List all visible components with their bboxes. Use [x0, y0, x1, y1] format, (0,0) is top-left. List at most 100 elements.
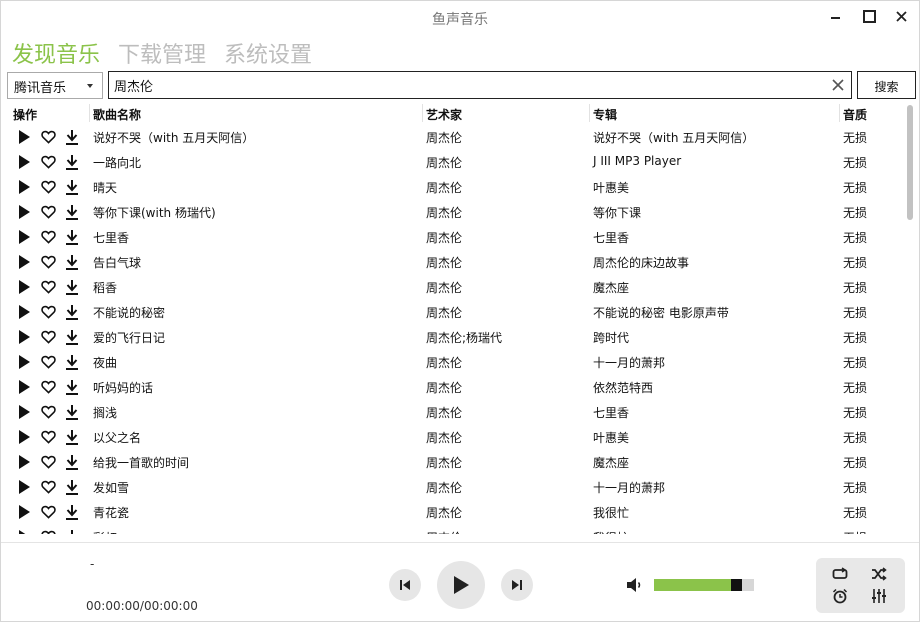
- download-button[interactable]: [63, 328, 81, 346]
- maximize-button[interactable]: [860, 7, 878, 25]
- favorite-button[interactable]: [39, 153, 57, 171]
- download-button[interactable]: [63, 503, 81, 521]
- favorite-button[interactable]: [39, 328, 57, 346]
- favorite-button[interactable]: [39, 378, 57, 396]
- table-row[interactable]: 说好不哭（with 五月天阿信） 周杰伦 说好不哭（with 五月天阿信） 无损: [7, 124, 905, 149]
- favorite-button[interactable]: [39, 278, 57, 296]
- download-button[interactable]: [63, 353, 81, 371]
- play-song-button[interactable]: [15, 153, 33, 171]
- music-source-select[interactable]: 腾讯音乐: [7, 72, 103, 99]
- play-song-button[interactable]: [15, 128, 33, 146]
- close-button[interactable]: [892, 7, 910, 25]
- table-row[interactable]: 彩虹 周杰伦 我很忙 无损: [7, 524, 905, 534]
- favorite-button[interactable]: [39, 403, 57, 421]
- favorite-button[interactable]: [39, 503, 57, 521]
- table-row[interactable]: 夜曲 周杰伦 十一月的萧邦 无损: [7, 349, 905, 374]
- download-button[interactable]: [63, 178, 81, 196]
- volume-handle[interactable]: [731, 579, 742, 591]
- favorite-button[interactable]: [39, 453, 57, 471]
- tab-discover[interactable]: 发现音乐: [12, 37, 100, 69]
- table-row[interactable]: 告白气球 周杰伦 周杰伦的床边故事 无损: [7, 249, 905, 274]
- favorite-button[interactable]: [39, 178, 57, 196]
- column-header-artist[interactable]: 艺术家: [426, 106, 462, 123]
- favorite-button[interactable]: [39, 228, 57, 246]
- download-button[interactable]: [63, 153, 81, 171]
- clear-search-button[interactable]: [829, 76, 847, 94]
- play-song-button[interactable]: [15, 328, 33, 346]
- download-button[interactable]: [63, 253, 81, 271]
- favorite-button[interactable]: [39, 253, 57, 271]
- play-icon: [19, 405, 30, 419]
- table-row[interactable]: 发如雪 周杰伦 十一月的萧邦 无损: [7, 474, 905, 499]
- play-song-button[interactable]: [15, 503, 33, 521]
- play-song-button[interactable]: [15, 278, 33, 296]
- table-row[interactable]: 稻香 周杰伦 魔杰座 无损: [7, 274, 905, 299]
- table-row[interactable]: 爱的飞行日记 周杰伦;杨瑞代 跨时代 无损: [7, 324, 905, 349]
- play-song-button[interactable]: [15, 378, 33, 396]
- play-song-button[interactable]: [15, 353, 33, 371]
- scrollbar-thumb[interactable]: [907, 105, 913, 220]
- shuffle-button[interactable]: [869, 564, 889, 584]
- download-button[interactable]: [63, 128, 81, 146]
- column-header-quality[interactable]: 音质: [843, 106, 867, 123]
- download-button[interactable]: [63, 478, 81, 496]
- play-song-button[interactable]: [15, 228, 33, 246]
- play-song-button[interactable]: [15, 203, 33, 221]
- download-button[interactable]: [63, 428, 81, 446]
- table-row[interactable]: 搁浅 周杰伦 七里香 无损: [7, 399, 905, 424]
- download-button[interactable]: [63, 228, 81, 246]
- tab-downloads[interactable]: 下载管理: [118, 37, 206, 69]
- table-row[interactable]: 以父之名 周杰伦 叶惠美 无损: [7, 424, 905, 449]
- play-song-button[interactable]: [15, 403, 33, 421]
- favorite-button[interactable]: [39, 528, 57, 534]
- row-actions: [7, 453, 85, 471]
- download-button[interactable]: [63, 203, 81, 221]
- table-row[interactable]: 等你下课(with 杨瑞代) 周杰伦 等你下课 无损: [7, 199, 905, 224]
- search-input[interactable]: [114, 76, 814, 94]
- table-row[interactable]: 青花瓷 周杰伦 我很忙 无损: [7, 499, 905, 524]
- column-header-name[interactable]: 歌曲名称: [93, 106, 141, 123]
- play-song-button[interactable]: [15, 428, 33, 446]
- column-divider[interactable]: [422, 104, 423, 122]
- tab-settings[interactable]: 系统设置: [224, 37, 312, 69]
- download-button[interactable]: [63, 528, 81, 534]
- sleep-timer-button[interactable]: [830, 586, 850, 606]
- favorite-button[interactable]: [39, 203, 57, 221]
- column-divider[interactable]: [589, 104, 590, 122]
- column-divider[interactable]: [839, 104, 840, 122]
- play-song-button[interactable]: [15, 303, 33, 321]
- favorite-button[interactable]: [39, 128, 57, 146]
- download-button[interactable]: [63, 278, 81, 296]
- play-song-button[interactable]: [15, 478, 33, 496]
- next-button[interactable]: [501, 569, 533, 601]
- download-button[interactable]: [63, 403, 81, 421]
- play-song-button[interactable]: [15, 528, 33, 534]
- play-song-button[interactable]: [15, 178, 33, 196]
- column-divider[interactable]: [89, 104, 90, 122]
- equalizer-button[interactable]: [869, 586, 889, 606]
- table-row[interactable]: 晴天 周杰伦 叶惠美 无损: [7, 174, 905, 199]
- play-pause-button[interactable]: [437, 561, 485, 609]
- favorite-button[interactable]: [39, 428, 57, 446]
- favorite-button[interactable]: [39, 353, 57, 371]
- table-row[interactable]: 听妈妈的话 周杰伦 依然范特西 无损: [7, 374, 905, 399]
- previous-button[interactable]: [389, 569, 421, 601]
- download-button[interactable]: [63, 453, 81, 471]
- favorite-button[interactable]: [39, 478, 57, 496]
- volume-slider[interactable]: [654, 579, 754, 591]
- table-scrollbar[interactable]: [905, 103, 915, 535]
- table-row[interactable]: 七里香 周杰伦 七里香 无损: [7, 224, 905, 249]
- download-button[interactable]: [63, 303, 81, 321]
- play-song-button[interactable]: [15, 253, 33, 271]
- search-button[interactable]: 搜索: [857, 71, 916, 99]
- minimize-button[interactable]: [826, 7, 844, 25]
- volume-icon[interactable]: [626, 576, 644, 594]
- column-header-album[interactable]: 专辑: [593, 106, 617, 123]
- table-row[interactable]: 一路向北 周杰伦 J III MP3 Player 无损: [7, 149, 905, 174]
- favorite-button[interactable]: [39, 303, 57, 321]
- table-row[interactable]: 不能说的秘密 周杰伦 不能说的秘密 电影原声带 无损: [7, 299, 905, 324]
- download-button[interactable]: [63, 378, 81, 396]
- repeat-button[interactable]: [830, 564, 850, 584]
- play-song-button[interactable]: [15, 453, 33, 471]
- table-row[interactable]: 给我一首歌的时间 周杰伦 魔杰座 无损: [7, 449, 905, 474]
